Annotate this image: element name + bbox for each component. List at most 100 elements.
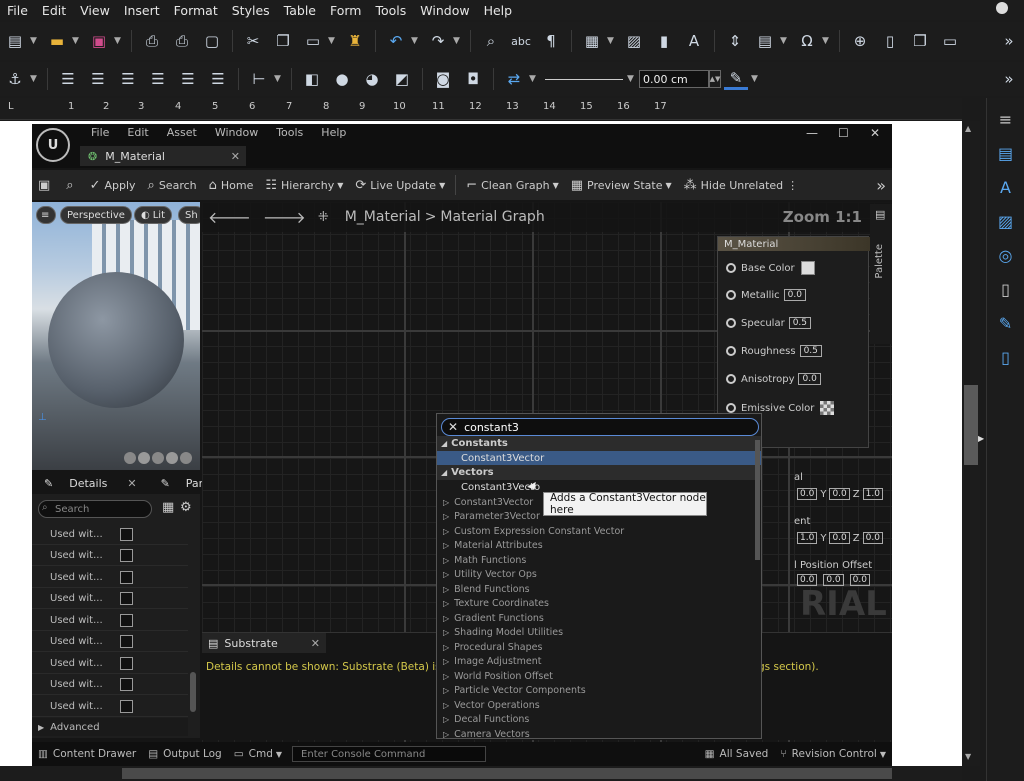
menu-tools[interactable]: Tools [368, 3, 413, 18]
viewport-menu-icon[interactable]: ≡ [36, 206, 56, 224]
clean-graph-button[interactable]: ⌐ Clean Graph ▼ [466, 178, 559, 193]
result-ghost-item[interactable]: ▷ Math Functions [437, 553, 761, 568]
menu-file[interactable]: File [0, 3, 35, 18]
pin-circle-icon[interactable] [726, 374, 736, 384]
pin-metallic[interactable]: Metallic 0.0 [726, 289, 806, 301]
hierarchy-button[interactable]: ☷ Hierarchy ▼ [265, 178, 343, 193]
popup-scrollbar-thumb[interactable] [755, 440, 760, 560]
usage-checkbox[interactable] [120, 634, 133, 648]
result-ghost-item[interactable]: ▷ Vector Operations [437, 698, 761, 713]
usage-checkbox[interactable] [120, 570, 133, 584]
substrate-tab[interactable]: ▤ Substrate ✕ [202, 633, 326, 653]
table-view-icon[interactable]: ▦ [162, 500, 174, 515]
clear-search-icon[interactable]: ✕ [448, 420, 458, 434]
pin-circle-icon[interactable] [726, 263, 736, 273]
usage-checkbox[interactable] [120, 591, 133, 605]
cmd-dropdown[interactable]: ▭ Cmd ▼ [234, 748, 282, 760]
to-foreground-icon[interactable]: ◙ [431, 68, 455, 90]
chevron-down-icon[interactable]: ▼ [328, 36, 336, 46]
result-constant3vector[interactable]: Constant3Vector [437, 451, 761, 466]
line-color-icon[interactable]: ✎ [724, 68, 748, 90]
sphere-icon[interactable] [138, 452, 150, 464]
back-arrow-icon[interactable]: 🡐 [208, 207, 251, 227]
usage-checkbox[interactable] [120, 656, 133, 670]
ue-asset-tab[interactable]: ❂ M_Material ✕ [80, 146, 246, 166]
print-icon[interactable]: ⎙ [170, 30, 194, 52]
menu-help[interactable]: Help [477, 3, 520, 18]
color-checker-swatch[interactable] [820, 401, 835, 415]
result-ghost-item[interactable]: ▷ Material Attributes [437, 539, 761, 554]
home-button[interactable]: ⌂ Home [209, 178, 254, 193]
usage-checkbox[interactable] [120, 527, 133, 541]
preview-state-button[interactable]: ▦ Preview State ▼ [571, 178, 672, 193]
result-ghost-item[interactable]: ▷ Texture Coordinates [437, 597, 761, 612]
maximize-icon[interactable]: ☐ [838, 126, 849, 140]
vector-field[interactable]: 0.0 [829, 488, 850, 500]
undo-icon[interactable]: ↶ [384, 30, 408, 52]
result-ghost-item[interactable]: ▷ Utility Vector Ops [437, 568, 761, 583]
menu-styles[interactable]: Styles [225, 3, 277, 18]
page-icon[interactable]: ▯ [993, 276, 1019, 302]
sidebar-collapse-icon[interactable]: ▶ [978, 434, 984, 443]
result-ghost-item[interactable]: ▷ Gradient Functions [437, 611, 761, 626]
pin-value[interactable]: 0.5 [788, 317, 812, 329]
insert-chart-icon[interactable]: ▮ [652, 30, 676, 52]
horizontal-scrollbar-thumb[interactable] [122, 768, 892, 779]
chevron-down-icon[interactable]: ▼ [274, 74, 282, 84]
category-vectors[interactable]: ◢ Vectors [437, 465, 761, 480]
gallery-icon[interactable]: ▨ [993, 208, 1019, 234]
special-character-icon[interactable]: Ω [795, 30, 819, 52]
export-pdf-icon[interactable]: ⎙ [140, 30, 164, 52]
hyperlink-icon[interactable]: ⊕ [848, 30, 872, 52]
back-one-icon[interactable]: ◕ [360, 68, 384, 90]
result-ghost-item[interactable]: ▷ Image Adjustment [437, 655, 761, 670]
live-update-button[interactable]: ⟳ Live Update ▼ [355, 178, 445, 193]
styles-icon[interactable]: A [993, 174, 1019, 200]
search-button[interactable]: ⌕ Search [148, 178, 197, 193]
usage-checkbox[interactable] [120, 548, 133, 562]
wrap-left-icon[interactable]: ☰ [146, 68, 170, 90]
menu-edit[interactable]: Edit [35, 3, 73, 18]
wrap-through-icon[interactable]: ☰ [206, 68, 230, 90]
wrap-ideal-icon[interactable]: ☰ [116, 68, 140, 90]
redo-icon[interactable]: ↷ [426, 30, 450, 52]
minimize-icon[interactable]: — [806, 126, 818, 140]
tab-details[interactable]: ✎ Details ✕ [32, 472, 149, 494]
hide-unrelated-button[interactable]: ⁂ Hide Unrelated ⋮ [684, 178, 799, 193]
result-ghost-item[interactable]: ▷ Particle Vector Components [437, 684, 761, 699]
lit-button[interactable]: ◐ Lit [134, 206, 173, 224]
advanced-section[interactable]: ▶ Advanced [32, 718, 188, 736]
host-status-icon[interactable] [996, 2, 1008, 14]
pin-circle-icon[interactable] [726, 290, 736, 300]
chevron-down-icon[interactable]: ▼ [627, 74, 635, 84]
pin-value[interactable]: 0.5 [799, 345, 822, 357]
pin-value[interactable]: 0.0 [798, 373, 821, 385]
find-replace-icon[interactable]: ⌕ [479, 30, 503, 52]
wrap-page-icon[interactable]: ☰ [86, 68, 110, 90]
ue-menu-help[interactable]: Help [312, 126, 355, 139]
menu-table[interactable]: Table [277, 3, 323, 18]
properties-icon[interactable]: ▤ [993, 140, 1019, 166]
color-swatch[interactable] [800, 261, 815, 275]
revision-control-button[interactable]: ⑂ Revision Control ▼ [780, 748, 886, 760]
line-style-preview[interactable] [545, 78, 623, 80]
cylinder-icon[interactable] [124, 452, 136, 464]
console-command-input[interactable]: Enter Console Command [292, 746, 487, 762]
wrap-off-icon[interactable]: ☰ [56, 68, 80, 90]
page-break-icon[interactable]: ⇕ [723, 30, 747, 52]
result-ghost-item[interactable]: ▷ Camera Vectors [437, 727, 761, 738]
bring-front-icon[interactable]: ◧ [300, 68, 324, 90]
new-document-icon[interactable]: ▤ [3, 30, 27, 52]
chevron-down-icon[interactable]: ▼ [529, 74, 537, 84]
insert-textbox-icon[interactable]: A [682, 30, 706, 52]
palette-side-tab[interactable]: ▤ Palette [870, 204, 892, 344]
anchor-icon[interactable]: ⚓ [3, 68, 27, 90]
formatting-marks-icon[interactable]: ¶ [539, 30, 563, 52]
perspective-button[interactable]: Perspective [60, 206, 132, 224]
pin-anisotropy[interactable]: Anisotropy 0.0 [726, 373, 821, 385]
material-preview-viewport[interactable]: ≡ Perspective ◐ Lit Sh ⊥ [32, 202, 200, 470]
plane-icon[interactable] [152, 452, 164, 464]
scroll-down-icon[interactable]: ▼ [965, 752, 971, 761]
chevron-down-icon[interactable]: ▼ [822, 36, 830, 46]
manage-changes-icon[interactable]: ▯ [993, 344, 1019, 370]
